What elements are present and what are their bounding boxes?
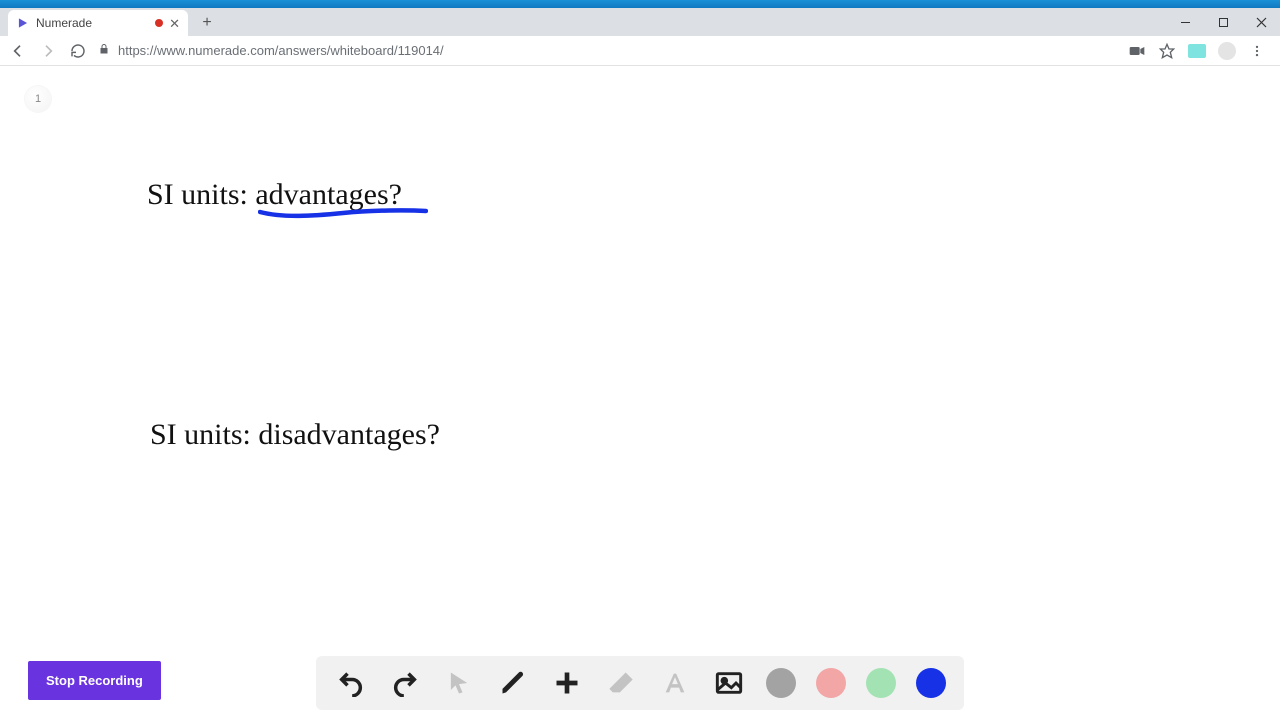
browser-tab[interactable]: Numerade ✕ <box>8 10 188 36</box>
back-button[interactable] <box>8 41 28 61</box>
menu-icon[interactable] <box>1248 42 1266 60</box>
pen-tool[interactable] <box>496 666 530 700</box>
maximize-button[interactable] <box>1204 8 1242 36</box>
color-swatch-blue[interactable] <box>916 668 946 698</box>
page-content: 1 SI units: advantages? SI units: disadv… <box>0 66 1280 720</box>
slide-number-badge: 1 <box>25 86 51 112</box>
image-tool[interactable] <box>712 666 746 700</box>
address-bar[interactable]: https://www.numerade.com/answers/whitebo… <box>98 43 1118 58</box>
camera-icon[interactable] <box>1128 42 1146 60</box>
whiteboard-text-disadvantages: SI units: disadvantages? <box>150 418 440 452</box>
new-tab-button[interactable]: + <box>194 10 220 36</box>
underline-stroke <box>258 206 428 222</box>
close-tab-icon[interactable]: ✕ <box>169 17 180 30</box>
color-swatch-pink[interactable] <box>816 668 846 698</box>
text-tool[interactable] <box>658 666 692 700</box>
reload-button[interactable] <box>68 41 88 61</box>
color-swatch-green[interactable] <box>866 668 896 698</box>
window-close-button[interactable] <box>1242 8 1280 36</box>
tab-title: Numerade <box>36 16 149 30</box>
redo-button[interactable] <box>388 666 422 700</box>
minimize-button[interactable] <box>1166 8 1204 36</box>
lock-icon <box>98 43 110 58</box>
window-controls <box>1166 8 1280 36</box>
nav-bar: https://www.numerade.com/answers/whitebo… <box>0 36 1280 66</box>
url-text: https://www.numerade.com/answers/whitebo… <box>118 43 444 58</box>
pointer-tool[interactable] <box>442 666 476 700</box>
stop-recording-button[interactable]: Stop Recording <box>28 661 161 700</box>
extension-icon[interactable] <box>1188 44 1206 58</box>
color-swatch-gray[interactable] <box>766 668 796 698</box>
favicon-icon <box>16 16 30 30</box>
star-icon[interactable] <box>1158 42 1176 60</box>
window-accent <box>0 0 1280 8</box>
forward-button[interactable] <box>38 41 58 61</box>
tab-strip: Numerade ✕ + <box>0 8 1280 36</box>
recording-icon <box>155 19 163 27</box>
add-tool[interactable] <box>550 666 584 700</box>
toolbar-right <box>1128 42 1272 60</box>
undo-button[interactable] <box>334 666 368 700</box>
eraser-tool[interactable] <box>604 666 638 700</box>
profile-avatar[interactable] <box>1218 42 1236 60</box>
whiteboard-toolbar <box>316 656 964 710</box>
